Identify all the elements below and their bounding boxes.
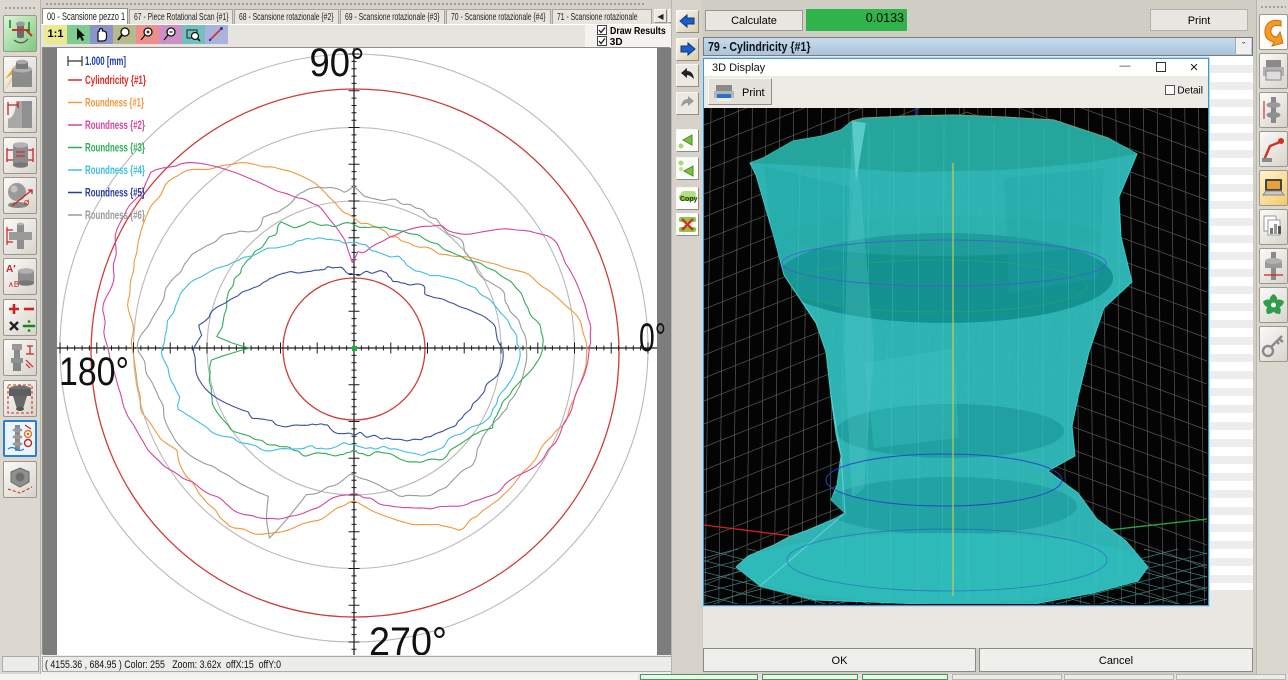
svg-text:Cylindricity {#1}: Cylindricity {#1} [85,75,146,87]
svg-text:Roundness {#1}: Roundness {#1} [85,98,144,110]
svg-text:Roundness {#3}: Roundness {#3} [85,143,145,155]
svg-text:Roundness {#2}: Roundness {#2} [85,120,145,132]
svg-text:270°: 270° [369,620,447,655]
svg-text:90°: 90° [310,48,365,85]
svg-text:Copy: Copy [680,196,698,203]
svg-text:180°: 180° [59,350,129,394]
svg-text:Roundness {#4}: Roundness {#4} [85,165,145,177]
svg-text:0°: 0° [639,316,666,360]
svg-text:Ø: Ø [24,200,30,207]
svg-text:1.000 [mm]: 1.000 [mm] [85,56,126,68]
svg-text:A′: A′ [6,264,16,275]
svg-text:∧B: ∧B [8,280,19,289]
svg-text:Roundness {#6}: Roundness {#6} [85,210,145,222]
svg-text:Roundness {#5}: Roundness {#5} [85,188,145,200]
